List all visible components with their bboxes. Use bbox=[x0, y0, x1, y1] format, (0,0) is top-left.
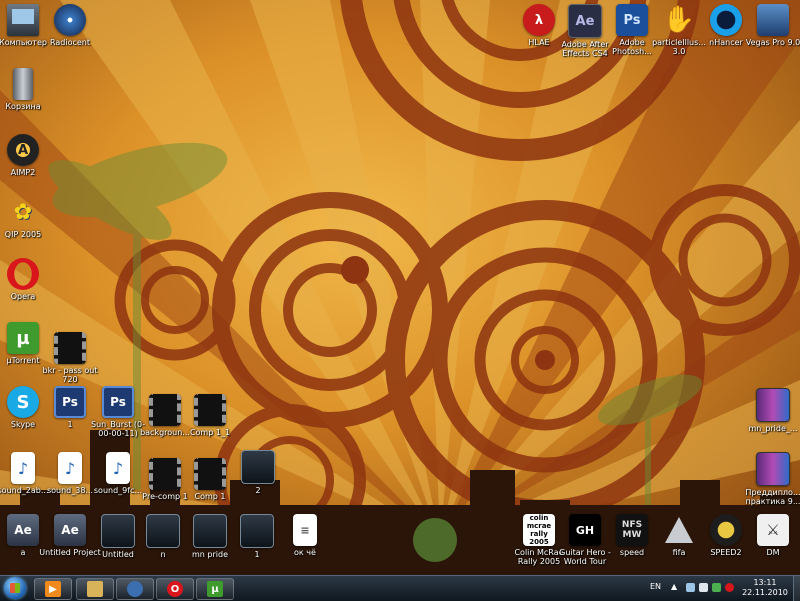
psd-file-icon: Ps bbox=[102, 386, 134, 418]
show-desktop-button[interactable] bbox=[793, 576, 800, 601]
radio-disc-icon bbox=[54, 4, 86, 36]
skype-icon: S bbox=[7, 386, 39, 418]
wav-file-icon: ♪ bbox=[11, 452, 35, 484]
utorrent-icon: µ bbox=[207, 581, 223, 597]
hlae-icon: λ bbox=[523, 4, 555, 36]
wav-file-icon: ♪ bbox=[58, 452, 82, 484]
start-button[interactable] bbox=[4, 577, 26, 599]
taskbar-explorer[interactable] bbox=[76, 578, 114, 600]
windows-start-icon bbox=[10, 583, 20, 593]
tray-network-icon[interactable] bbox=[686, 583, 695, 592]
desktop-icon-bkr[interactable]: bkr - pass out 720 bbox=[37, 332, 103, 384]
dm-icon: ⚔ bbox=[757, 514, 789, 546]
opera-icon bbox=[7, 258, 39, 290]
desktop-icon-label: Opera bbox=[10, 292, 36, 301]
document-icon: ≡ bbox=[293, 514, 317, 546]
rar-archive-icon bbox=[756, 452, 790, 486]
hand-icon: ✋ bbox=[662, 5, 696, 35]
tray-clock[interactable]: 13:11 22.11.2010 bbox=[740, 578, 790, 598]
desktop-icon-opera[interactable]: Opera bbox=[0, 258, 56, 301]
desktop-icon-label: DM bbox=[766, 548, 780, 557]
recycle-bin-icon bbox=[13, 68, 33, 100]
desktop-icon-label: QIP 2005 bbox=[4, 230, 42, 239]
colin-mcrae-icon: colin mcrae rally 2005 bbox=[523, 514, 555, 546]
desktop-icon-qip[interactable]: ✿ QIP 2005 bbox=[0, 196, 56, 240]
desktop-icon-ok-che[interactable]: ≡ ок чё bbox=[272, 514, 338, 557]
aep-file-icon: Ae bbox=[7, 514, 39, 546]
language-indicator[interactable]: EN bbox=[650, 582, 661, 591]
aep-file-icon: Ae bbox=[54, 514, 86, 546]
media-player-icon: ▶ bbox=[45, 581, 61, 597]
tray-app-icon[interactable] bbox=[712, 583, 721, 592]
vegas-icon bbox=[757, 4, 789, 36]
desktop-icon-recycle-bin[interactable]: Корзина bbox=[0, 68, 56, 111]
after-effects-icon: Ae bbox=[568, 4, 602, 38]
tray-volume-icon[interactable] bbox=[699, 583, 708, 592]
tray-opera-icon[interactable] bbox=[725, 583, 734, 592]
rar-archive-icon bbox=[756, 388, 790, 422]
taskbar: ▶ O µ EN ▲ 13:11 22.11.2010 bbox=[0, 575, 800, 601]
guitar-hero-icon: GH bbox=[569, 514, 601, 546]
mpeg-file-icon bbox=[146, 514, 180, 548]
aimp-icon: A bbox=[7, 134, 39, 166]
psd-file-icon: Ps bbox=[54, 386, 86, 418]
speed2-icon bbox=[710, 514, 742, 546]
clock-time: 13:11 bbox=[753, 578, 777, 587]
desktop-icon-label: bkr - pass out 720 bbox=[42, 366, 98, 384]
nfs-most-wanted-icon: NFS MW bbox=[616, 514, 648, 546]
desktop-icon-mn-pride-rar[interactable]: mn_pride_... bbox=[740, 388, 800, 433]
desktop-icon-2[interactable]: 2 bbox=[225, 450, 291, 495]
mpeg-file-icon bbox=[240, 514, 274, 548]
qip-flower-icon: ✿ bbox=[13, 199, 33, 225]
taskbar-media-player[interactable]: ▶ bbox=[34, 578, 72, 600]
desktop-icon-label: Vegas Pro 9.0 bbox=[745, 38, 800, 47]
desktop-icon-vegas[interactable]: Vegas Pro 9.0 bbox=[740, 4, 800, 47]
video-thumbnail-icon bbox=[54, 332, 86, 364]
mpeg-file-icon bbox=[241, 450, 275, 484]
clock-date: 22.11.2010 bbox=[742, 588, 788, 597]
desktop-icon-label: Корзина bbox=[5, 102, 41, 111]
desktop-icon-label: Преддипло... практика 9... bbox=[745, 488, 800, 506]
nhancer-icon bbox=[710, 4, 742, 36]
computer-icon bbox=[7, 4, 39, 36]
desktop-icon-label: 2 bbox=[255, 486, 261, 495]
vegas-icon bbox=[127, 581, 143, 597]
folder-icon bbox=[87, 581, 103, 597]
desktop-icon-radiocent[interactable]: Radiocent bbox=[37, 4, 103, 47]
utorrent-icon: µ bbox=[7, 322, 39, 354]
taskbar-utorrent[interactable]: µ bbox=[196, 578, 234, 600]
photoshop-icon: Ps bbox=[616, 4, 648, 36]
desktop-icon-aimp[interactable]: A AIMP2 bbox=[0, 134, 56, 177]
opera-icon: O bbox=[167, 581, 183, 597]
taskbar-vegas[interactable] bbox=[116, 578, 154, 600]
tray-expand-arrow-icon[interactable]: ▲ bbox=[671, 582, 677, 591]
fifa-icon bbox=[663, 514, 695, 546]
wav-file-icon: ♪ bbox=[106, 452, 130, 484]
desktop-icon-dm[interactable]: ⚔ DM bbox=[740, 514, 800, 557]
desktop[interactable]: Компьютер Radiocent Корзина A AIMP2 ✿ QI… bbox=[0, 0, 800, 575]
desktop-icon-label: Comp 1_1 bbox=[189, 428, 231, 437]
video-file-icon bbox=[194, 394, 226, 426]
video-file-icon bbox=[194, 458, 226, 490]
desktop-icon-comp1-1[interactable]: Comp 1_1 bbox=[177, 394, 243, 437]
desktop-icon-label: ок чё bbox=[294, 548, 316, 557]
desktop-icon-label: Radiocent bbox=[49, 38, 90, 47]
desktop-icon-label: AIMP2 bbox=[10, 168, 36, 177]
desktop-icon-label: mn_pride_... bbox=[748, 424, 798, 433]
taskbar-opera[interactable]: O bbox=[156, 578, 194, 600]
desktop-icon-praktika[interactable]: Преддипло... практика 9... bbox=[740, 452, 800, 506]
mpeg-file-icon bbox=[193, 514, 227, 548]
